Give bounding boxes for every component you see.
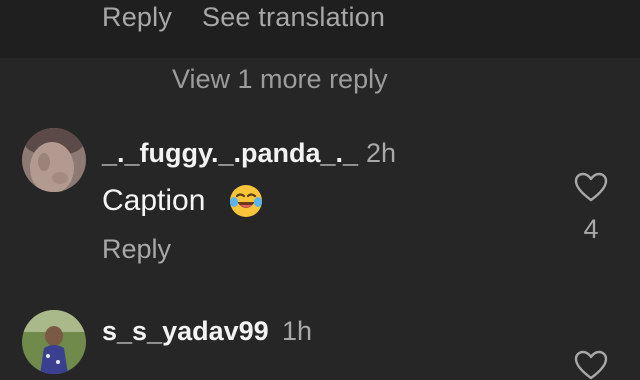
heart-icon[interactable] bbox=[574, 350, 608, 380]
avatar-photo bbox=[22, 128, 86, 192]
view-more-replies-button[interactable]: View 1 more reply bbox=[172, 64, 388, 95]
comment-time: 1h bbox=[282, 316, 313, 346]
reply-button[interactable]: Reply bbox=[102, 2, 172, 33]
previous-comment-actions-bar: Reply See translation bbox=[0, 0, 640, 58]
face-with-tears-of-joy-icon bbox=[230, 185, 262, 217]
comment-username[interactable]: s_s_yadav99 bbox=[102, 316, 269, 347]
see-translation-button[interactable]: See translation bbox=[202, 2, 385, 33]
avatar[interactable] bbox=[22, 128, 86, 192]
reply-button[interactable]: Reply bbox=[102, 234, 171, 265]
comment-text: Caption bbox=[102, 184, 206, 217]
comment-username[interactable]: _._fuggy._.panda_._ bbox=[102, 138, 358, 169]
heart-icon[interactable] bbox=[574, 172, 608, 202]
like-count: 4 bbox=[583, 214, 599, 244]
avatar[interactable] bbox=[22, 310, 86, 374]
avatar-photo bbox=[22, 310, 86, 374]
comment-time: 2h bbox=[366, 138, 397, 168]
